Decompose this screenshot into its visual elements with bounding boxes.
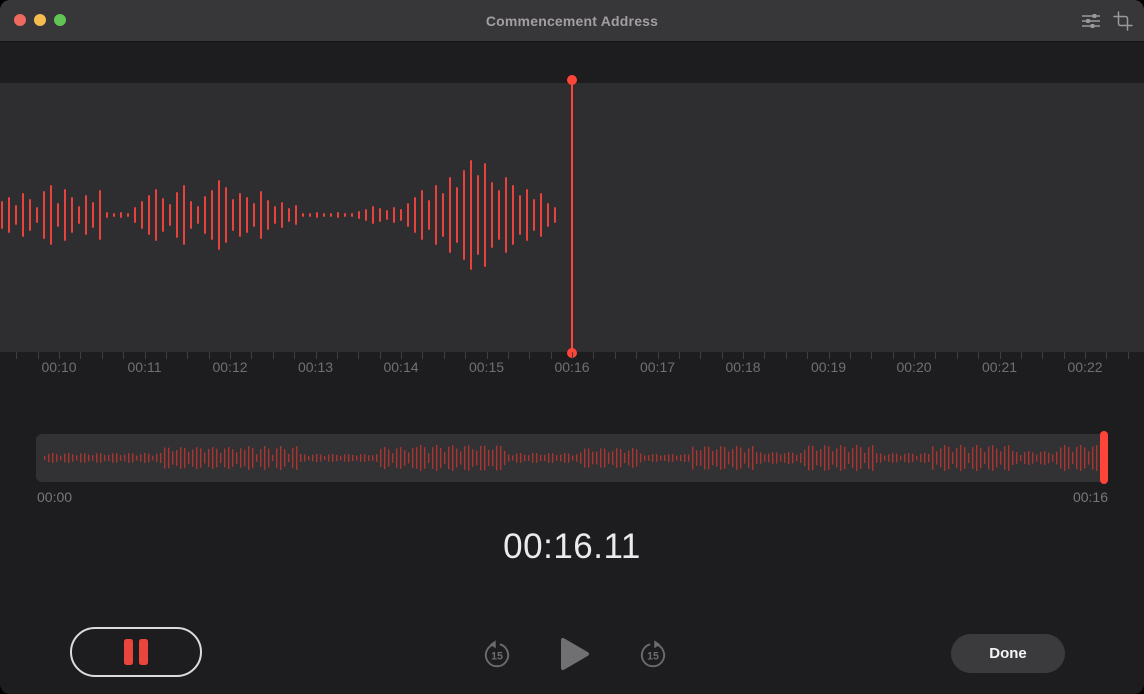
titlebar: Commencement Address (0, 0, 1144, 42)
done-button[interactable]: Done (951, 634, 1065, 673)
overview-waveform (36, 434, 1108, 482)
time-ruler: 00:0900:1000:1100:1200:1300:1400:1500:16… (0, 359, 1144, 379)
recording-overview-strip[interactable] (36, 434, 1108, 482)
ruler-time-label: 00:16 (554, 359, 589, 375)
pause-recording-button[interactable] (70, 627, 202, 677)
ruler-time-label: 00:13 (298, 359, 333, 375)
overview-position-marker[interactable] (1100, 431, 1108, 484)
skip-forward-15-icon: 15 (637, 637, 669, 671)
play-icon (559, 636, 591, 672)
ruler-time-label: 00:14 (383, 359, 418, 375)
ruler-time-label: 00:12 (212, 359, 247, 375)
waveform-scrub-area[interactable] (0, 83, 1144, 352)
voice-memos-window: Commencement Address (0, 0, 1144, 694)
current-time-display: 00:16.11 (0, 527, 1144, 567)
skip-forward-15-button[interactable]: 15 (636, 636, 670, 672)
overview-start-time: 00:00 (37, 489, 72, 505)
play-button[interactable] (558, 636, 592, 672)
ruler-time-label: 00:21 (982, 359, 1017, 375)
svg-text:15: 15 (647, 650, 659, 662)
pause-icon (139, 639, 148, 665)
overview-end-time: 00:16 (1073, 489, 1108, 505)
transport-controls: 15 15 (480, 633, 670, 675)
pause-icon (124, 639, 133, 665)
ruler-time-label: 00:20 (896, 359, 931, 375)
playback-settings-sliders-icon (1081, 12, 1101, 30)
recording-waveform (0, 83, 1144, 352)
ruler-time-label: 00:15 (469, 359, 504, 375)
ruler-time-label: 00:22 (1067, 359, 1102, 375)
ruler-time-label: 00:18 (725, 359, 760, 375)
ruler-time-label: 00:19 (811, 359, 846, 375)
trim-button[interactable] (1110, 8, 1136, 34)
ruler-time-label: 00:10 (41, 359, 76, 375)
playback-settings-button[interactable] (1078, 8, 1104, 34)
svg-text:15: 15 (491, 650, 503, 662)
ruler-time-label: 00:11 (128, 359, 162, 375)
skip-back-15-icon: 15 (481, 637, 513, 671)
ruler-time-label: 00:17 (640, 359, 675, 375)
window-title: Commencement Address (0, 0, 1144, 42)
skip-back-15-button[interactable]: 15 (480, 636, 514, 672)
trim-icon (1112, 10, 1134, 32)
